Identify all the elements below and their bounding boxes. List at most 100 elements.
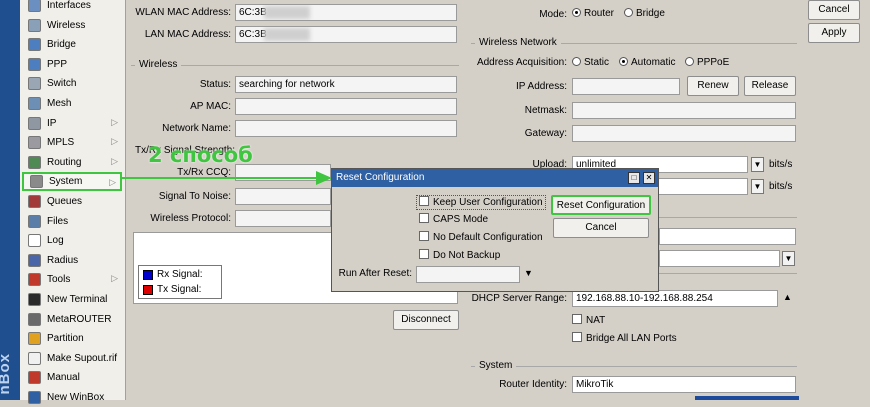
no-default-config-checkbox[interactable]: No Default Configuration [419, 231, 543, 244]
sidebar-item-label: Routing [47, 156, 82, 168]
winbox-strip-label: nBox [0, 352, 13, 395]
sidebar-item-mpls[interactable]: MPLS ▷ [22, 133, 122, 152]
disconnect-button[interactable]: Disconnect [393, 310, 459, 330]
sidebar-item-label: IP [47, 117, 57, 129]
queues-icon [28, 195, 41, 208]
sidebar-item-new-winbox[interactable]: New WinBox [22, 388, 122, 407]
download-dropdown-icon[interactable]: ▼ [751, 179, 764, 194]
sidebar-item-label: Tools [47, 274, 71, 286]
acq-pppoe-radio[interactable]: PPPoE [685, 57, 729, 69]
status-label: Status: [199, 79, 231, 90]
wlan-mac-field: 6C:3B [235, 4, 457, 21]
acq-static-radio[interactable]: Static [572, 57, 609, 69]
sidebar-item-tools[interactable]: Tools ▷ [22, 270, 122, 289]
sidebar-item-make-supout-rif[interactable]: Make Supout.rif [22, 349, 122, 368]
sidebar-item-new-terminal[interactable]: New Terminal [22, 290, 122, 309]
do-not-backup-checkbox[interactable]: Do Not Backup [419, 249, 500, 262]
sidebar-item-manual[interactable]: Manual [22, 368, 122, 387]
bridge-lan-label: Bridge All LAN Ports [586, 333, 677, 344]
router-identity-label: Router Identity: [499, 379, 567, 390]
dialog-title: Reset Configuration [336, 172, 425, 183]
bottom-edge-bar [695, 396, 799, 400]
tx-legend-label: Tx Signal: [157, 284, 202, 295]
sidebar-item-wireless[interactable]: Wireless [22, 16, 122, 35]
network-name-label: Network Name: [162, 123, 231, 134]
mode-router-radio[interactable]: Router [572, 8, 614, 20]
run-after-reset-field[interactable] [416, 266, 520, 283]
nat-checkbox[interactable]: NAT [572, 314, 605, 327]
terminal-icon [28, 293, 41, 306]
mode-label: Mode: [539, 9, 567, 20]
network-name-field [235, 120, 457, 137]
lan-netmask-field[interactable] [659, 250, 780, 267]
gateway-label: Gateway: [524, 128, 567, 139]
renew-button[interactable]: Renew [687, 76, 739, 96]
tools-icon [28, 273, 41, 287]
sidebar-item-mesh[interactable]: Mesh [22, 94, 122, 113]
checkbox-icon [572, 314, 582, 324]
router-identity-field[interactable]: MikroTik [572, 376, 796, 393]
release-button[interactable]: Release [744, 76, 796, 96]
cancel-button[interactable]: Cancel [808, 0, 860, 20]
download-unit: bits/s [769, 181, 793, 192]
sidebar-item-label: System [49, 176, 83, 188]
sidebar-item-label: Log [47, 235, 64, 247]
sidebar-item-system[interactable]: System ▷ [22, 172, 122, 192]
dhcp-range-up-icon[interactable]: ▲ [783, 292, 792, 302]
wireless-network-group-title: Wireless Network [475, 37, 561, 49]
sidebar-item-label: Queues [47, 196, 83, 207]
sidebar-item-metarouter[interactable]: MetaROUTER [22, 310, 122, 329]
submenu-arrow-icon: ▷ [111, 273, 118, 284]
mac-blur-mask [264, 6, 310, 19]
mode-bridge-radio[interactable]: Bridge [624, 8, 665, 20]
sidebar-item-switch[interactable]: Switch [22, 74, 122, 93]
sidebar-item-queues[interactable]: Queues [22, 192, 122, 211]
system-group-line [471, 366, 797, 367]
radio-icon [572, 57, 581, 66]
sidebar-item-ppp[interactable]: PPP [22, 55, 122, 74]
keep-user-config-checkbox[interactable]: Keep User Configuration [416, 195, 546, 210]
netmask-field [572, 102, 796, 119]
checkbox-icon [419, 249, 429, 259]
sidebar-item-ip[interactable]: IP ▷ [22, 114, 122, 133]
radio-selected-icon [572, 8, 581, 17]
sidebar-item-bridge[interactable]: Bridge [22, 35, 122, 54]
folder-icon [28, 214, 41, 228]
close-icon[interactable]: ✕ [643, 172, 655, 184]
lan-ip-field[interactable] [659, 228, 796, 245]
netmask-dropdown-icon[interactable]: ▼ [782, 251, 795, 266]
system-group-title: System [475, 360, 517, 372]
dhcp-range-label: DHCP Server Range: [471, 293, 567, 304]
upload-dropdown-icon[interactable]: ▼ [751, 157, 764, 172]
sidebar-item-label: Mesh [47, 98, 72, 109]
sidebar-item-label: Wireless [47, 19, 86, 31]
sidebar-item-files[interactable]: Files [22, 212, 122, 231]
run-after-reset-dropdown-icon[interactable]: ▼ [524, 268, 533, 278]
bridge-lan-checkbox[interactable]: Bridge All LAN Ports [572, 332, 677, 345]
run-after-reset-label: Run After Reset: [338, 268, 412, 279]
acq-automatic-radio[interactable]: Automatic [619, 57, 675, 69]
no-default-config-label: No Default Configuration [433, 232, 543, 243]
radio-icon [685, 57, 694, 66]
sidebar-item-label: Files [47, 215, 69, 227]
reset-configuration-button[interactable]: Reset Configuration [551, 195, 651, 215]
sidebar-item-radius[interactable]: Radius [22, 251, 122, 270]
maximize-icon[interactable]: □ [628, 172, 640, 184]
lan-group-line [659, 217, 797, 218]
sidebar-item-interfaces[interactable]: Interfaces [22, 0, 122, 15]
mesh-icon [28, 97, 41, 110]
lan-mac-field: 6C:3B [235, 26, 457, 43]
signal-noise-label: Signal To Noise: [158, 191, 231, 202]
dhcp-range-field[interactable]: 192.168.88.10-192.168.88.254 [572, 290, 778, 307]
do-not-backup-label: Do Not Backup [433, 250, 501, 261]
apply-button[interactable]: Apply [808, 23, 860, 43]
dialog-cancel-button[interactable]: Cancel [553, 218, 649, 238]
sidebar-item-log[interactable]: Log [22, 231, 122, 250]
caps-mode-checkbox[interactable]: CAPS Mode [419, 213, 488, 226]
sidebar-item-routing[interactable]: Routing ▷ [22, 153, 122, 172]
sidebar-item-label: MetaROUTER [47, 313, 112, 325]
log-icon [28, 234, 41, 248]
sidebar-item-partition[interactable]: Partition [22, 329, 122, 348]
ip-address-label: IP Address: [516, 81, 567, 92]
ap-mac-field [235, 98, 457, 115]
